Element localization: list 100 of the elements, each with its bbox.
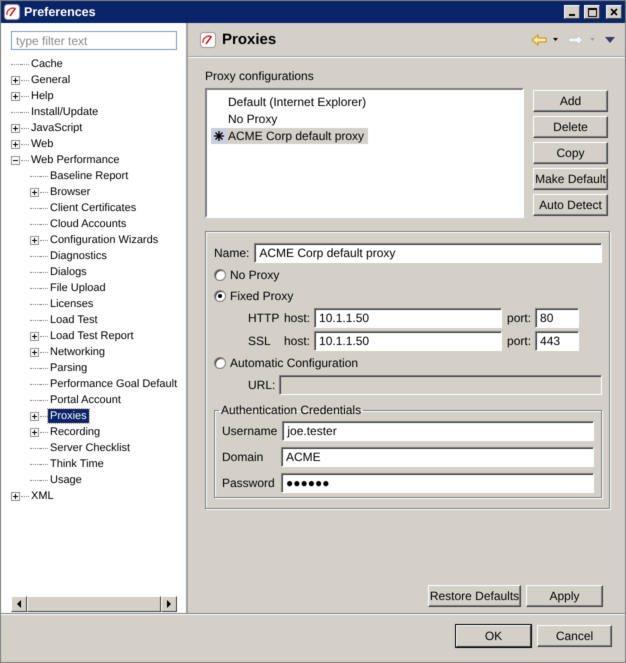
tree-item[interactable]: General (29, 73, 72, 87)
list-action-button[interactable]: Make Default (533, 168, 608, 190)
tree-item[interactable]: Configuration Wizards (48, 233, 160, 247)
tree-item[interactable]: Cloud Accounts (48, 217, 128, 231)
page-button[interactable]: Apply (526, 585, 603, 607)
plus-icon (31, 236, 38, 244)
list-action-button[interactable]: Delete (533, 116, 608, 138)
maximize-button[interactable] (584, 5, 600, 19)
tree-item[interactable]: Proxies (48, 409, 89, 423)
tree-item[interactable]: Diagnostics (48, 249, 109, 263)
tree-item[interactable]: Parsing (48, 361, 90, 375)
credential-field[interactable]: ACME (281, 446, 594, 466)
dialog-button[interactable]: Cancel (537, 625, 612, 647)
expand-toggle[interactable] (30, 428, 39, 436)
tree-item[interactable]: Server Checklist (48, 441, 132, 455)
credential-field[interactable]: ●●●●●● (281, 472, 594, 492)
expand-toggle[interactable] (30, 188, 39, 196)
maximize-icon (588, 8, 596, 16)
proxy-list[interactable]: Default (Internet Explorer) No Proxy ACME Corp default proxy (205, 88, 524, 218)
tree-item[interactable]: Think Time (48, 457, 106, 471)
list-item[interactable]: ACME Corp default proxy (227, 128, 368, 144)
tree-item[interactable]: Licenses (48, 297, 96, 311)
tree-item[interactable]: Client Certificates (48, 201, 138, 215)
minimize-button[interactable] (564, 5, 580, 19)
plus-icon (12, 492, 19, 500)
expand-toggle[interactable] (11, 140, 20, 148)
plus-icon (31, 188, 38, 196)
tree-item[interactable]: Baseline Report (48, 169, 130, 183)
tree-item[interactable]: Performance Goal Default (48, 377, 180, 391)
tree-item[interactable]: Load Test (48, 313, 100, 327)
plus-icon (31, 332, 38, 340)
plus-icon (12, 92, 19, 100)
field-label: host: (284, 334, 310, 348)
protocol-label: SSL (248, 334, 272, 348)
radio-label: Automatic Configuration (230, 356, 358, 370)
tree-item[interactable]: Networking (48, 345, 108, 359)
dropdown-caret-icon[interactable] (553, 38, 558, 41)
expand-toggle[interactable] (11, 124, 20, 132)
expand-toggle[interactable] (30, 332, 39, 340)
scroll-right-button[interactable] (161, 596, 177, 612)
host-field[interactable]: 10.1.1.50 (314, 330, 502, 350)
port-field[interactable]: 443 (535, 330, 580, 350)
tree-item[interactable]: Cache (29, 57, 65, 71)
tree-item[interactable]: Web (29, 137, 56, 151)
right-triangle-icon (166, 600, 172, 608)
scroll-left-button[interactable] (11, 596, 27, 612)
plus-icon (31, 348, 38, 356)
expand-toggle[interactable] (30, 348, 39, 356)
gauge-icon (200, 32, 216, 48)
tree-item[interactable]: Dialogs (48, 265, 89, 279)
view-menu-icon[interactable] (605, 36, 615, 42)
plus-icon (12, 140, 19, 148)
expand-toggle[interactable] (11, 492, 20, 500)
tree-item[interactable]: Install/Update (29, 105, 100, 119)
radio-button[interactable] (214, 356, 226, 368)
field-label: Domain (222, 450, 264, 464)
port-field[interactable]: 80 (535, 308, 580, 328)
dialog-button[interactable]: OK (456, 625, 531, 647)
tree-item[interactable]: Browser (48, 185, 92, 199)
radio-label: No Proxy (230, 268, 280, 282)
tree-item[interactable]: Load Test Report (48, 329, 136, 343)
page-title: Proxies (222, 31, 278, 48)
plus-icon (31, 428, 38, 436)
tree-item[interactable]: Usage (48, 473, 84, 487)
tree-item[interactable]: Portal Account (48, 393, 123, 407)
host-field[interactable]: 10.1.1.50 (314, 308, 502, 328)
field-label: Name: (214, 246, 250, 260)
filter-field[interactable]: type filter text (11, 31, 177, 50)
group-title: Authentication Credentials (220, 403, 362, 417)
page-button[interactable]: Restore Defaults (428, 585, 521, 607)
close-icon (610, 8, 618, 16)
field-label: host: (284, 310, 310, 324)
expand-toggle[interactable] (30, 236, 39, 244)
expand-toggle[interactable] (30, 412, 39, 420)
expand-toggle[interactable] (11, 76, 20, 84)
tree-item[interactable]: XML (29, 489, 56, 503)
collapse-toggle[interactable] (11, 156, 20, 164)
credential-field[interactable]: joe.tester (282, 420, 594, 440)
radio-button[interactable] (214, 290, 226, 302)
list-action-button[interactable]: Copy (533, 142, 608, 164)
plus-icon (31, 412, 38, 420)
section-label: Proxy configurations (205, 69, 315, 83)
field-label: port: (507, 334, 532, 348)
plus-icon (12, 76, 19, 84)
tree-item[interactable]: Web Performance (29, 153, 122, 167)
tree-item[interactable]: JavaScript (29, 121, 84, 135)
expand-toggle[interactable] (11, 92, 20, 100)
close-button[interactable] (606, 5, 622, 19)
plus-icon (12, 124, 19, 132)
horizontal-scrollbar[interactable] (11, 596, 177, 612)
list-action-button[interactable]: Auto Detect (533, 194, 608, 216)
tree-item[interactable]: Recording (48, 425, 102, 439)
list-action-button[interactable]: Add (533, 90, 608, 112)
name-field[interactable]: ACME Corp default proxy (254, 242, 602, 262)
list-item[interactable]: No Proxy (227, 110, 282, 126)
tree-item[interactable]: Help (29, 89, 56, 103)
left-triangle-icon (16, 600, 22, 608)
radio-button[interactable] (214, 268, 226, 280)
list-item[interactable]: Default (Internet Explorer) (227, 94, 370, 110)
tree-item[interactable]: File Upload (48, 281, 108, 295)
